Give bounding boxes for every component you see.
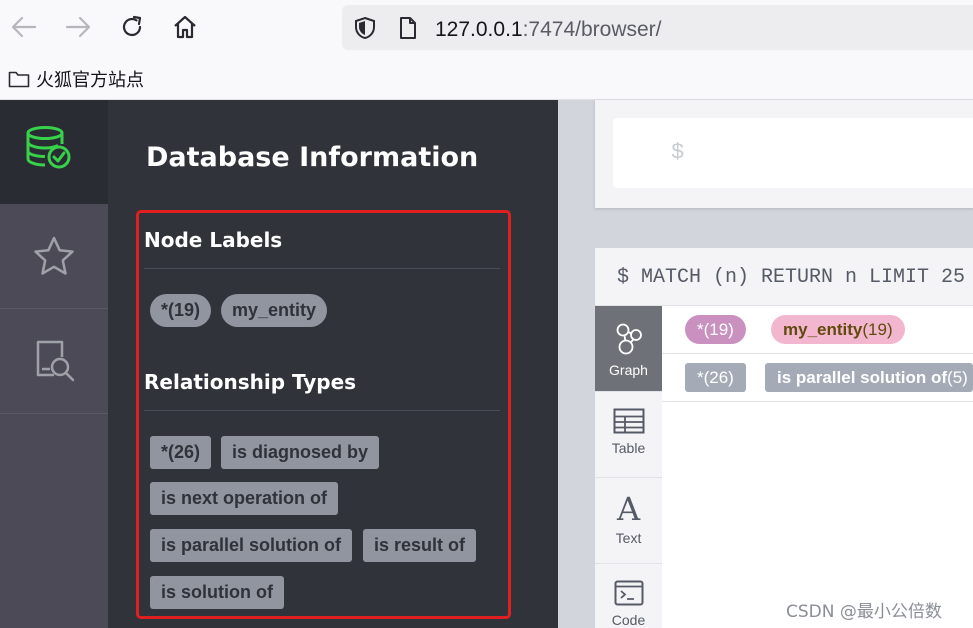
frame-header: $ MATCH (n) RETURN n LIMIT 25 — [595, 248, 973, 306]
home-button[interactable] — [169, 10, 201, 44]
home-icon — [174, 15, 196, 39]
reload-icon — [122, 15, 142, 37]
tag-label: *(19) — [697, 320, 734, 339]
table-icon — [613, 408, 644, 434]
editor-card: $ — [595, 100, 973, 208]
terminal-icon — [614, 580, 643, 606]
main-stream: $ $ MATCH (n) RETURN n LIMIT 25 Graph Ta… — [558, 100, 973, 628]
tab-label: Text — [615, 530, 642, 546]
relationship-type-tag[interactable]: is parallel solution of — [150, 529, 353, 562]
document-search-icon — [36, 340, 75, 382]
database-info-drawer: Database Information Node Labels *(19) m… — [108, 100, 558, 628]
arrow-left-icon — [11, 16, 37, 38]
relationship-type-tag[interactable]: *(26) — [150, 436, 212, 469]
relationship-type-tag[interactable]: is diagnosed by — [221, 436, 380, 469]
relationship-type-tag[interactable]: is next operation of — [150, 482, 339, 515]
watermark: CSDN @最小公倍数 — [786, 602, 942, 622]
node-label-tag[interactable]: *(19) — [150, 294, 212, 327]
text-icon: A — [616, 490, 641, 528]
tab-text[interactable]: A Text — [595, 478, 662, 564]
tab-label: Code — [611, 612, 646, 628]
frame-query[interactable]: $ MATCH (n) RETURN n LIMIT 25 — [617, 266, 965, 289]
relationship-types-heading: Relationship Types — [144, 370, 357, 394]
divider — [144, 410, 500, 411]
node-labels-heading: Node Labels — [144, 228, 283, 252]
forward-button[interactable] — [62, 10, 94, 44]
rail-item-database[interactable] — [0, 100, 108, 204]
editor-prompt: $ — [671, 140, 685, 165]
sidebar-rail — [0, 100, 108, 628]
tab-label: Graph — [609, 362, 648, 378]
bookmark-label: 火狐官方站点 — [36, 70, 144, 91]
result-rel-tag[interactable]: is parallel solution of(5) — [765, 363, 973, 392]
view-tabs: Graph Table A Text Code — [595, 306, 662, 628]
drawer-title: Database Information — [146, 142, 479, 173]
back-button[interactable] — [8, 10, 40, 44]
folder-icon — [8, 71, 30, 88]
shield-icon[interactable] — [354, 16, 376, 40]
star-icon — [34, 236, 74, 275]
database-check-icon — [26, 126, 71, 169]
bookmarks-bar: 火狐官方站点 — [0, 56, 973, 100]
tag-label: my_entity — [783, 320, 863, 339]
tag-label: *(26) — [697, 368, 734, 387]
divider — [662, 401, 973, 402]
graph-icon — [616, 323, 642, 355]
url-host: 127.0.0.1 — [435, 18, 523, 41]
address-bar[interactable]: 127.0.0.1:7474/browser/ — [342, 5, 973, 50]
tag-count: (5) — [947, 368, 968, 387]
node-label-tag[interactable]: my_entity — [221, 294, 328, 327]
result-rel-tag[interactable]: *(26) — [685, 363, 746, 392]
tab-code[interactable]: Code — [595, 564, 662, 628]
result-node-tag[interactable]: *(19) — [685, 315, 746, 344]
screen: 127.0.0.1:7474/browser/ 火狐官方站点 Database … — [0, 0, 973, 628]
page-icon[interactable] — [398, 16, 418, 40]
rail-item-favorites[interactable] — [0, 204, 108, 309]
tag-count: (19) — [862, 320, 893, 339]
tag-label: is parallel solution of — [777, 368, 948, 387]
browser-toolbar: 127.0.0.1:7474/browser/ — [0, 0, 973, 56]
tab-label: Table — [611, 440, 646, 456]
bookmark-folder[interactable]: 火狐官方站点 — [8, 66, 144, 92]
url-path: :7474/browser/ — [522, 18, 662, 41]
reload-button[interactable] — [116, 10, 148, 44]
tab-table[interactable]: Table — [595, 392, 662, 478]
result-node-tag[interactable]: my_entity(19) — [771, 315, 905, 344]
relationship-type-tag[interactable]: is solution of — [150, 576, 284, 609]
divider — [144, 268, 500, 269]
arrow-right-icon — [65, 16, 91, 38]
divider — [662, 353, 973, 354]
relationship-type-tag[interactable]: is result of — [363, 529, 477, 562]
result-frame: $ MATCH (n) RETURN n LIMIT 25 Graph Tabl… — [595, 248, 973, 628]
cypher-editor[interactable]: $ — [613, 118, 973, 188]
url-text[interactable]: 127.0.0.1:7474/browser/ — [435, 18, 662, 42]
rail-item-guides[interactable] — [0, 309, 108, 414]
tab-graph[interactable]: Graph — [595, 306, 662, 392]
